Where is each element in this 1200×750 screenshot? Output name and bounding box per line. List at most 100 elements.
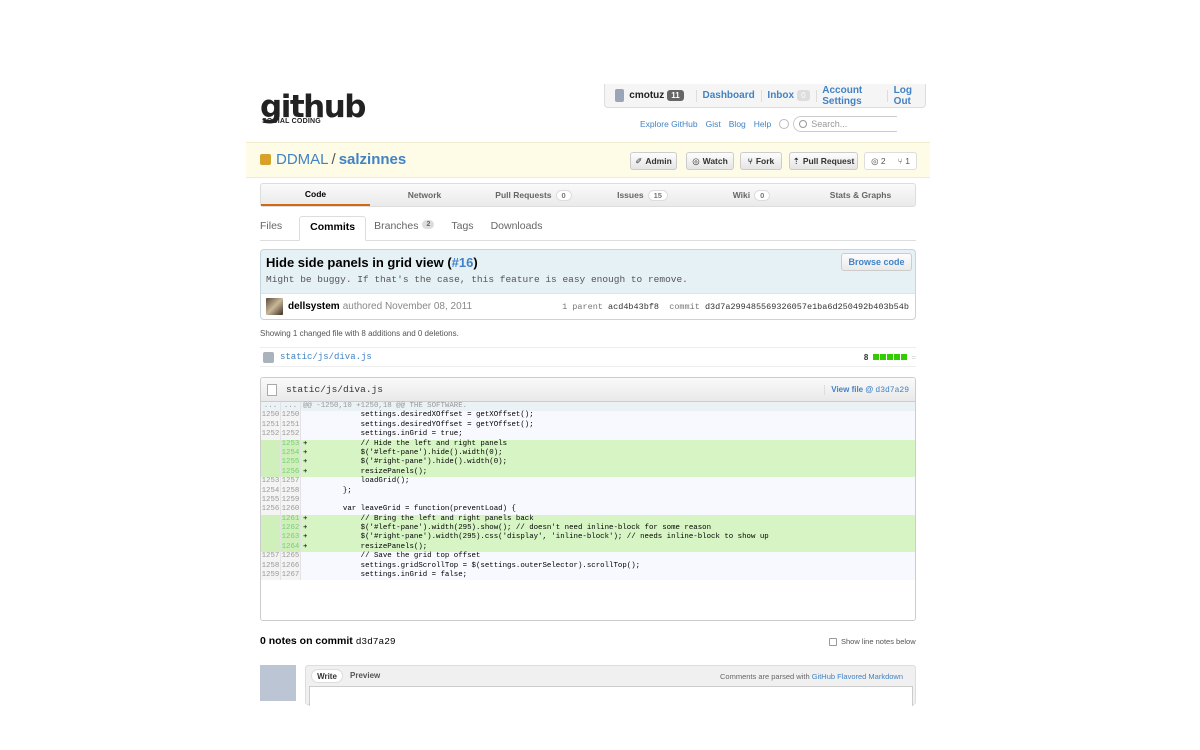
new-line-number[interactable]: 1256 — [281, 467, 301, 478]
issues-count: 15 — [647, 189, 668, 201]
line-code: var leaveGrid = function(preventLoad) { — [303, 505, 516, 514]
diff-body: ...... @@ -1250,10 +1250,18 @@ THE SOFTWA… — [261, 402, 915, 581]
author-link[interactable]: dellsystem — [288, 301, 340, 312]
new-line-number[interactable]: 1262 — [281, 524, 301, 534]
new-line-number[interactable]: 1263 — [281, 533, 301, 543]
search-input[interactable]: Search... — [793, 116, 898, 132]
new-line-number[interactable]: 1266 — [281, 561, 301, 572]
new-line-number[interactable]: 1254 — [281, 448, 301, 459]
show-line-notes-toggle[interactable]: Show line notes below — [829, 637, 916, 646]
old-line-number[interactable]: 1255 — [261, 495, 281, 506]
repo-name-link[interactable]: salzinnes — [339, 151, 407, 168]
tab-stats-graphs[interactable]: Stats & Graphs — [806, 184, 915, 206]
gist-link[interactable]: Gist — [706, 119, 721, 129]
browse-code-button[interactable]: Browse code — [841, 253, 912, 271]
watch-button[interactable]: ◎ Watch — [686, 152, 734, 170]
lock-icon — [260, 154, 271, 165]
new-line-number[interactable]: 1257 — [281, 477, 301, 487]
pull-requests-count: 0 — [555, 189, 572, 201]
github-logo[interactable]: github SOCIAL CODING — [260, 92, 366, 132]
show-line-notes-checkbox[interactable] — [829, 637, 837, 646]
forks-count[interactable]: ⑂ 1 — [898, 156, 910, 166]
old-line-number[interactable]: 1252 — [261, 430, 281, 440]
new-line-number[interactable]: 1261 — [281, 514, 301, 525]
user-avatar[interactable] — [615, 89, 625, 102]
divider — [760, 89, 762, 102]
search-icon — [799, 120, 808, 128]
blog-link[interactable]: Blog — [729, 119, 746, 129]
pull-request-button[interactable]: ⇡ Pull Request — [789, 152, 858, 170]
tab-code[interactable]: Code — [261, 184, 370, 206]
line-code: + $('#right-pane').width(295).css('displ… — [303, 533, 769, 542]
parent-hash-link[interactable]: acd4b43bf8 — [608, 302, 659, 312]
old-line-number[interactable]: 1250 — [261, 411, 281, 421]
old-line-number[interactable] — [261, 542, 281, 553]
repo-owner-link[interactable]: DDMAL — [276, 151, 329, 168]
issue-link[interactable]: #16 — [452, 255, 474, 270]
logout-link[interactable]: Log Out — [894, 85, 921, 107]
username-link[interactable]: cmotuz — [629, 90, 664, 101]
new-line-number[interactable]: ... — [281, 402, 301, 412]
author-avatar[interactable] — [266, 298, 283, 315]
line-code: // Save the grid top offset — [303, 552, 481, 561]
write-tab[interactable]: Write — [311, 669, 343, 683]
diff-context-line: 1251 1251 settings.desiredYOffset = getYO… — [261, 420, 915, 431]
new-line-number[interactable]: 1251 — [281, 420, 301, 431]
diff-header: static/js/diva.js View file @ d3d7a29 — [261, 378, 915, 402]
preview-tab[interactable]: Preview — [350, 671, 380, 680]
watchers-count[interactable]: ◎ 2 — [871, 156, 886, 167]
tab-issues[interactable]: Issues 15 — [588, 184, 697, 206]
admin-button[interactable]: ✐ Admin — [630, 152, 677, 170]
line-code: + // Hide the left and right panels — [303, 439, 508, 448]
changed-file-link[interactable]: static/js/diva.js — [280, 352, 372, 362]
notification-count[interactable]: 11 — [667, 90, 684, 101]
old-line-number[interactable]: 1256 — [261, 505, 281, 515]
tab-wiki[interactable]: Wiki 0 — [697, 184, 806, 206]
subtab-tags[interactable]: Tags — [451, 216, 482, 240]
help-link[interactable]: Help — [754, 119, 771, 129]
old-line-number[interactable] — [261, 448, 281, 459]
subtab-downloads[interactable]: Downloads — [491, 216, 552, 240]
eye-icon: ◎ — [692, 155, 700, 166]
new-line-number[interactable]: 1259 — [281, 495, 301, 506]
diff-context-line: 1252 1252 settings.inGrid = true; — [261, 430, 915, 440]
old-line-number[interactable] — [261, 439, 281, 449]
old-line-number[interactable]: 1259 — [261, 571, 281, 581]
new-line-number[interactable]: 1255 — [281, 458, 301, 468]
new-line-number[interactable]: 1264 — [281, 542, 301, 553]
old-line-number[interactable] — [261, 467, 281, 478]
old-line-number[interactable] — [261, 524, 281, 534]
fork-button[interactable]: ⑂ Fork — [740, 152, 782, 170]
old-line-number[interactable]: ... — [261, 402, 281, 412]
new-line-number[interactable]: 1253 — [281, 439, 301, 449]
old-line-number[interactable]: 1254 — [261, 486, 281, 496]
new-line-number[interactable]: 1265 — [281, 552, 301, 562]
explore-link[interactable]: Explore GitHub — [640, 119, 698, 129]
subtab-commits[interactable]: Commits — [299, 216, 367, 241]
diff-view: static/js/diva.js View file @ d3d7a29 ..… — [260, 377, 916, 621]
old-line-number[interactable]: 1251 — [261, 420, 281, 431]
tab-pull-requests[interactable]: Pull Requests 0 — [479, 184, 588, 206]
tab-network[interactable]: Network — [370, 184, 479, 206]
new-line-number[interactable]: 1252 — [281, 430, 301, 440]
view-file-link[interactable]: View file @ d3d7a29 — [824, 384, 909, 395]
markdown-link[interactable]: GitHub Flavored Markdown — [812, 672, 903, 681]
old-line-number[interactable]: 1253 — [261, 477, 281, 487]
old-line-number[interactable] — [261, 514, 281, 525]
new-line-number[interactable]: 1267 — [281, 571, 301, 581]
old-line-number[interactable]: 1258 — [261, 561, 281, 572]
inbox-count: 0 — [797, 90, 810, 101]
inbox-link[interactable]: Inbox — [767, 90, 794, 101]
dashboard-link[interactable]: Dashboard — [702, 90, 754, 101]
old-line-number[interactable] — [261, 458, 281, 468]
new-line-number[interactable]: 1260 — [281, 505, 301, 515]
new-line-number[interactable]: 1250 — [281, 411, 301, 421]
account-settings-link[interactable]: Account Settings — [822, 85, 881, 107]
comment-textarea[interactable] — [309, 686, 913, 706]
subtab-files[interactable]: Files — [260, 216, 291, 240]
subtab-branches[interactable]: Branches 2 — [374, 216, 443, 240]
old-line-number[interactable]: 1257 — [261, 552, 281, 562]
command-bar-icon[interactable] — [779, 119, 790, 129]
new-line-number[interactable]: 1258 — [281, 486, 301, 496]
old-line-number[interactable] — [261, 533, 281, 543]
